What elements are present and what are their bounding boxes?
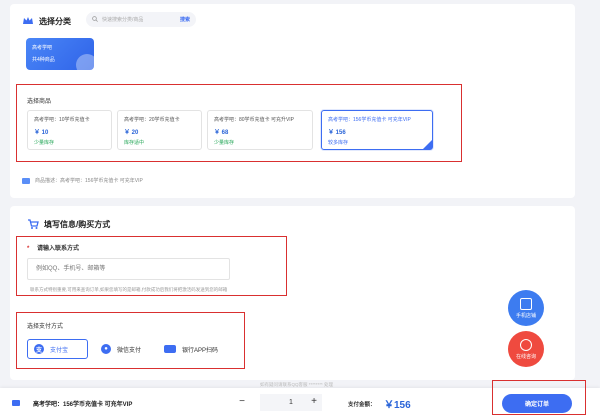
mobile-store-label: 手机店铺 <box>515 312 536 319</box>
category-name: 高考学吧 <box>32 45 53 51</box>
pay-option-label: 银行APP扫码 <box>182 347 219 354</box>
required-mark: * <box>27 246 30 252</box>
product-price: ￥ 10 <box>34 130 49 136</box>
products-label: 选择商品 <box>27 99 52 105</box>
mobile-store-button[interactable]: 手机店铺 <box>508 290 544 326</box>
search-box[interactable]: 快速搜索分类/商品 搜索 <box>86 12 196 27</box>
pay-option-bank[interactable]: 银行APP扫码 <box>158 339 224 359</box>
pay-option-wechat[interactable]: ● 微信支付 <box>95 339 151 359</box>
category-title: 选择分类 <box>39 16 71 26</box>
product-card[interactable]: 高考学吧：20学币充值卡 ￥ 20 库存适中 <box>117 110 202 150</box>
bank-card-icon <box>164 345 176 353</box>
quantity-plus-button[interactable]: + <box>308 396 320 408</box>
product-name: 高考学吧：80学币充值卡 可充升VIP <box>214 117 295 123</box>
total-amount: ￥156 <box>384 400 411 411</box>
product-stock: 较多库存 <box>328 140 349 146</box>
quantity-minus-button[interactable]: − <box>236 396 248 408</box>
pay-option-alipay[interactable]: 支 支付宝 <box>27 339 88 359</box>
wechat-pay-icon: ● <box>101 344 111 354</box>
info-title: 填写信息/购买方式 <box>44 219 111 229</box>
category-section-title: 选择分类 <box>22 15 71 27</box>
online-service-label: 在线咨询 <box>515 353 536 360</box>
product-card[interactable]: 高考学吧：10学币充值卡 ￥ 10 少量库存 <box>27 110 112 150</box>
contact-input[interactable] <box>27 258 230 280</box>
product-stock: 少量库存 <box>214 140 235 146</box>
selected-check-icon <box>76 54 94 70</box>
online-service-button[interactable]: 在线咨询 <box>508 331 544 367</box>
selected-corner-icon <box>423 140 432 149</box>
product-marker-icon <box>12 400 20 406</box>
headset-icon <box>520 338 532 351</box>
qrcode-icon <box>520 297 532 310</box>
product-description: 商品描述：高考学吧：156学币充值卡 可充年VIP <box>22 177 143 184</box>
product-stock: 库存适中 <box>124 140 145 146</box>
payment-label: 选择支付方式 <box>27 324 64 330</box>
bottom-product-name: 高考学吧：156学币充值卡 可充年VIP <box>33 402 133 408</box>
pay-option-label: 微信支付 <box>117 347 142 354</box>
contact-label-text: 请输入联系方式 <box>37 246 80 252</box>
product-card-selected[interactable]: 高考学吧：156学币充值卡 可充年VIP ￥ 156 较多库存 <box>321 110 433 150</box>
search-input[interactable]: 快速搜索分类/商品 <box>102 16 180 23</box>
message-icon <box>22 177 30 184</box>
product-description-text: 商品描述：高考学吧：156学币充值卡 可充年VIP <box>35 178 143 184</box>
product-price: ￥ 156 <box>328 130 346 136</box>
product-name: 高考学吧：20学币充值卡 <box>124 117 180 123</box>
contact-label: * 请输入联系方式 <box>27 243 79 252</box>
product-stock: 少量库存 <box>34 140 55 146</box>
total-label: 支付金额： <box>348 402 376 408</box>
cart-icon <box>27 218 39 230</box>
crown-icon <box>22 15 34 27</box>
category-card-gaokao[interactable]: 高考学吧 共4种商品 <box>26 38 94 70</box>
alipay-icon: 支 <box>34 344 44 354</box>
product-price: ￥ 20 <box>124 130 139 136</box>
product-price: ￥ 68 <box>214 130 229 136</box>
product-name: 高考学吧：156学币充值卡 可充年VIP <box>328 117 411 123</box>
order-highlight-box <box>492 380 586 415</box>
info-section-title: 填写信息/购买方式 <box>27 218 110 230</box>
product-name: 高考学吧：10学币充值卡 <box>34 117 90 123</box>
search-icon <box>92 15 98 24</box>
product-card[interactable]: 高考学吧：80学币充值卡 可充升VIP ￥ 68 少量库存 <box>207 110 313 150</box>
contact-hint: 联系方式特别重要,可用来查询订单,如果您填写的是邮箱,付款成功后我们将把激活码发… <box>30 287 228 292</box>
search-button[interactable]: 搜索 <box>180 16 190 23</box>
pay-option-label: 支付宝 <box>50 347 69 354</box>
